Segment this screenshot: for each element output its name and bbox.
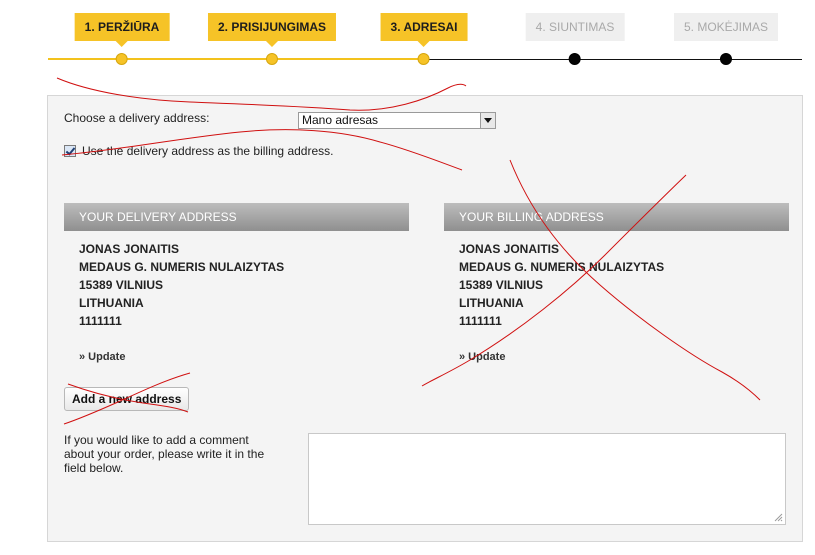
delivery-street: MEDAUS G. NUMERIS NULAIZYTAS <box>79 260 285 274</box>
order-comment-textarea[interactable] <box>308 433 786 525</box>
billing-address-block: JONAS JONAITIS MEDAUS G. NUMERIS NULAIZY… <box>459 240 664 330</box>
delivery-city: 15389 VILNIUS <box>79 278 164 292</box>
comment-instruction: If you would like to add a comment about… <box>64 433 265 475</box>
billing-same-checkbox[interactable] <box>64 145 76 157</box>
billing-country: LITHUANIA <box>459 296 524 310</box>
step-addresses[interactable]: 3. ADRESAI <box>380 0 468 65</box>
delivery-address-select[interactable]: Mano adresas <box>298 112 496 129</box>
billing-update-link[interactable]: » Update <box>459 351 505 363</box>
progress-line-pending <box>424 59 802 60</box>
step-review-dot <box>116 53 128 65</box>
step-login-label: 2. PRISIJUNGIMAS <box>207 13 337 47</box>
delivery-update-link[interactable]: » Update <box>79 351 125 363</box>
billing-city: 15389 VILNIUS <box>459 278 544 292</box>
step-shipping-label: 4. SIUNTIMAS <box>525 13 625 41</box>
step-shipping-dot <box>569 53 581 65</box>
delivery-address-header: YOUR DELIVERY ADDRESS <box>64 203 409 231</box>
step-payment: 5. MOKĖJIMAS <box>673 0 779 65</box>
step-login[interactable]: 2. PRISIJUNGIMAS <box>207 0 337 65</box>
delivery-phone: 1111111 <box>79 314 122 328</box>
billing-phone: 1111111 <box>459 314 502 328</box>
delivery-address-selected: Mano adresas <box>302 113 379 127</box>
step-payment-dot <box>720 53 732 65</box>
delivery-country: LITHUANIA <box>79 296 144 310</box>
address-panel: Choose a delivery address: Mano adresas … <box>47 95 803 542</box>
checkout-page: 1. PERŽIŪRA 2. PRISIJUNGIMAS 3. ADRESAI … <box>0 0 815 555</box>
resize-grip-icon[interactable] <box>773 512 783 522</box>
delivery-name: JONAS JONAITIS <box>79 242 180 256</box>
progress-line-completed <box>48 58 424 60</box>
step-addresses-dot <box>418 53 430 65</box>
billing-name: JONAS JONAITIS <box>459 242 560 256</box>
billing-address-header: YOUR BILLING ADDRESS <box>444 203 789 231</box>
step-review[interactable]: 1. PERŽIŪRA <box>74 0 170 65</box>
delivery-select-label: Choose a delivery address: <box>64 111 210 125</box>
step-login-dot <box>266 53 278 65</box>
step-payment-label: 5. MOKĖJIMAS <box>673 13 779 41</box>
step-review-label: 1. PERŽIŪRA <box>74 13 170 47</box>
billing-same-label[interactable]: Use the delivery address as the billing … <box>82 144 333 158</box>
chevron-down-icon[interactable] <box>480 113 495 128</box>
delivery-address-block: JONAS JONAITIS MEDAUS G. NUMERIS NULAIZY… <box>79 240 284 330</box>
step-addresses-label: 3. ADRESAI <box>380 13 468 47</box>
step-shipping: 4. SIUNTIMAS <box>525 0 625 65</box>
add-new-address-button[interactable]: Add a new address <box>64 387 190 411</box>
billing-street: MEDAUS G. NUMERIS NULAIZYTAS <box>459 260 665 274</box>
